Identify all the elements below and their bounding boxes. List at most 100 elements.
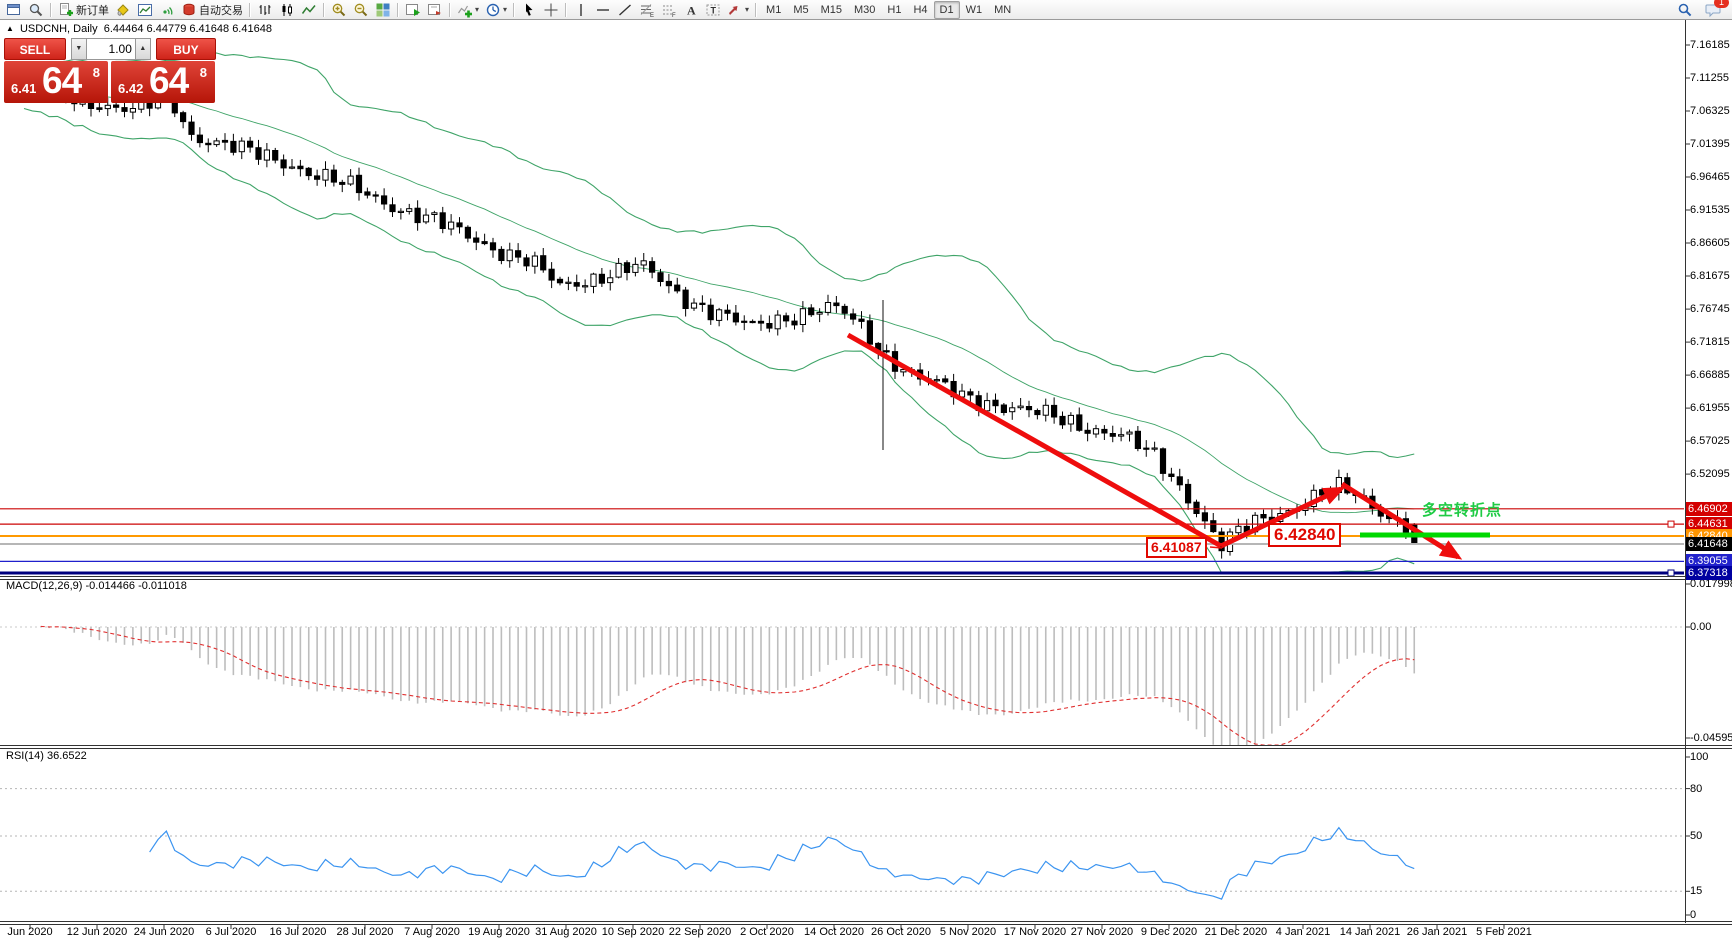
timeframe-button-H1[interactable]: H1 [881, 1, 907, 19]
candlestick-icon[interactable] [276, 0, 298, 20]
timeframe-button-W1[interactable]: W1 [960, 1, 989, 19]
price-axis-label: 7.11255 [1690, 72, 1729, 84]
channel-icon[interactable]: F [658, 0, 680, 20]
price-axis-label: 6.52095 [1690, 468, 1730, 480]
mt4-window: 新订单自动交易▾▾EFAT▾ M1M5M15M30H1H4D1W1MN 1 ▲ … [0, 0, 1732, 943]
volume-input[interactable] [87, 38, 135, 60]
line-handle[interactable] [1668, 521, 1674, 527]
timeframe-button-M1[interactable]: M1 [760, 1, 787, 19]
price-axis-label: 7.16185 [1690, 39, 1730, 51]
toolbar-separator [449, 3, 451, 17]
fibonacci-icon[interactable]: E [636, 0, 658, 20]
rsi-axis-label: 0 [1690, 909, 1696, 921]
symbol-marker-icon: ▲ [6, 24, 14, 33]
rsi-axis-label: 100 [1690, 751, 1708, 763]
search-icon[interactable] [1674, 0, 1696, 20]
one-click-trading-panel: SELL ▼ ▲ BUY 6.41 64 8 6.42 64 8 [4, 38, 216, 103]
toolbar-separator [755, 3, 757, 17]
price-axis-label: 7.06325 [1690, 105, 1730, 117]
toolbar-separator [513, 3, 515, 17]
zoom-in-icon[interactable] [328, 0, 350, 20]
text-icon[interactable]: A [680, 0, 702, 20]
period-icon[interactable]: ▾ [482, 0, 510, 20]
ask-price-tile[interactable]: 6.42 64 8 [111, 61, 215, 103]
bid-price-prefix: 6.41 [11, 81, 36, 96]
ask-price-big: 64 [149, 60, 188, 102]
trend-arrow[interactable] [848, 335, 1221, 546]
rsi-line [150, 828, 1415, 900]
add-indicator-icon[interactable]: ▾ [454, 0, 482, 20]
rsi-axis-label: 80 [1690, 783, 1702, 795]
price-axis-label: 7.01395 [1690, 138, 1730, 150]
price-axis-tag: 6.41648 [1686, 537, 1732, 551]
bollinger-lower-band [24, 109, 1414, 574]
price-axis-label: 6.91535 [1690, 204, 1730, 216]
trend-arrow[interactable] [1342, 484, 1458, 557]
timeframe-button-M5[interactable]: M5 [787, 1, 814, 19]
cursor-icon[interactable] [518, 0, 540, 20]
price-axis-label: 6.57025 [1690, 435, 1730, 447]
macd-axis-label: -0.045957 [1690, 732, 1732, 744]
price-axis-label: 6.81675 [1690, 270, 1730, 282]
symbol-name: USDCNH, Daily [20, 23, 98, 35]
label-icon[interactable]: T [702, 0, 724, 20]
chart-shift-icon[interactable] [424, 0, 446, 20]
notification-badge: 1 [1714, 0, 1729, 8]
price-axis-label: 6.71815 [1690, 336, 1730, 348]
timeframe-button-M15[interactable]: M15 [815, 1, 848, 19]
chart-window-icon[interactable] [134, 0, 156, 20]
autoscroll-icon[interactable] [402, 0, 424, 20]
timeframe-button-H4[interactable]: H4 [907, 1, 933, 19]
tile-windows-icon[interactable] [372, 0, 394, 20]
timeframe-button-D1[interactable]: D1 [934, 1, 960, 19]
rsi-axis-label: 50 [1690, 830, 1702, 842]
date-label: 5 Feb 2021 [1459, 926, 1549, 938]
line-chart-icon[interactable] [298, 0, 320, 20]
window-icon[interactable] [3, 0, 25, 20]
price-axis-label: 6.76745 [1690, 303, 1730, 315]
volume-down-button[interactable]: ▼ [71, 38, 87, 60]
bid-price-sup: 8 [93, 65, 100, 80]
autotrading-button-label: 自动交易 [199, 2, 243, 18]
toolbar-separator [323, 3, 325, 17]
shapes-icon[interactable]: ▾ [724, 0, 752, 20]
bar-chart-icon[interactable] [254, 0, 276, 20]
price-axis-label: 6.96465 [1690, 171, 1730, 183]
price-callout-low[interactable]: 6.41087 [1146, 537, 1207, 558]
annotation-text-cn[interactable]: 多空转折点 [1422, 499, 1502, 520]
timeframe-button-MN[interactable]: MN [988, 1, 1017, 19]
line-handle[interactable] [1668, 570, 1674, 576]
chart-canvas[interactable] [0, 0, 1732, 943]
chevron-down-icon: ▾ [745, 6, 749, 14]
toolbar-separator [249, 3, 251, 17]
horizontal-line-icon[interactable] [592, 0, 614, 20]
macd-axis-label: 0.00 [1690, 621, 1711, 633]
buy-button[interactable]: BUY [156, 38, 216, 60]
chevron-down-icon: ▾ [475, 6, 479, 14]
notifications-icon[interactable]: 1 [1702, 0, 1725, 20]
vertical-line-icon[interactable] [570, 0, 592, 20]
trendline-icon[interactable] [614, 0, 636, 20]
sell-button[interactable]: SELL [4, 38, 66, 60]
price-axis-tag: 6.37318 [1686, 566, 1732, 580]
toolbar-separator [50, 3, 52, 17]
signal-icon[interactable] [156, 0, 178, 20]
svg-text:F: F [672, 13, 676, 18]
new-order-button[interactable]: 新订单 [55, 0, 112, 20]
price-callout-level[interactable]: 6.42840 [1268, 523, 1341, 547]
zoom-out-icon[interactable] [350, 0, 372, 20]
autotrading-button[interactable]: 自动交易 [178, 0, 246, 20]
bid-price-tile[interactable]: 6.41 64 8 [4, 61, 108, 103]
volume-up-button[interactable]: ▲ [135, 38, 151, 60]
preview-icon[interactable] [25, 0, 47, 20]
timeframe-button-M30[interactable]: M30 [848, 1, 881, 19]
paint-bucket-icon[interactable] [112, 0, 134, 20]
svg-text:A: A [687, 3, 696, 17]
bollinger-upper-band [24, 53, 1414, 458]
toolbar-separator [565, 3, 567, 17]
macd-label: MACD(12,26,9) -0.014466 -0.011018 [6, 580, 187, 592]
rsi-label: RSI(14) 36.6522 [6, 750, 87, 762]
bid-price-big: 64 [42, 60, 81, 102]
svg-text:T: T [711, 5, 717, 15]
crosshair-icon[interactable] [540, 0, 562, 20]
